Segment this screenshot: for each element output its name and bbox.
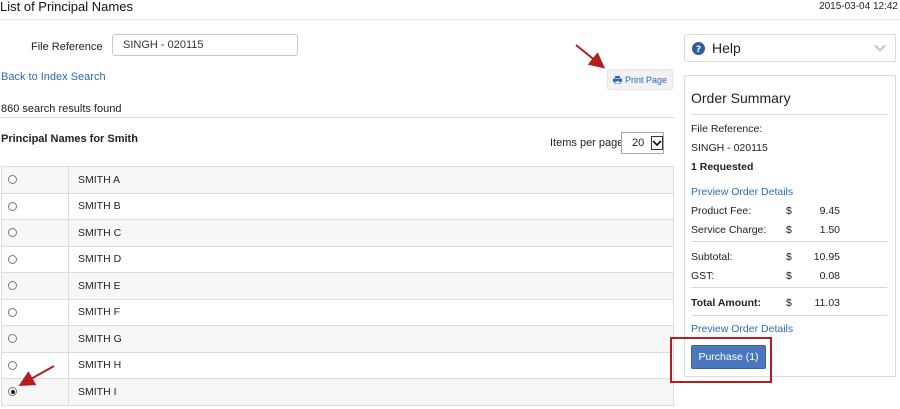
annotation-overlay: [18, 44, 606, 386]
annotation-arrow-print: [575, 44, 606, 69]
annotation-arrow-selected: [18, 365, 55, 386]
